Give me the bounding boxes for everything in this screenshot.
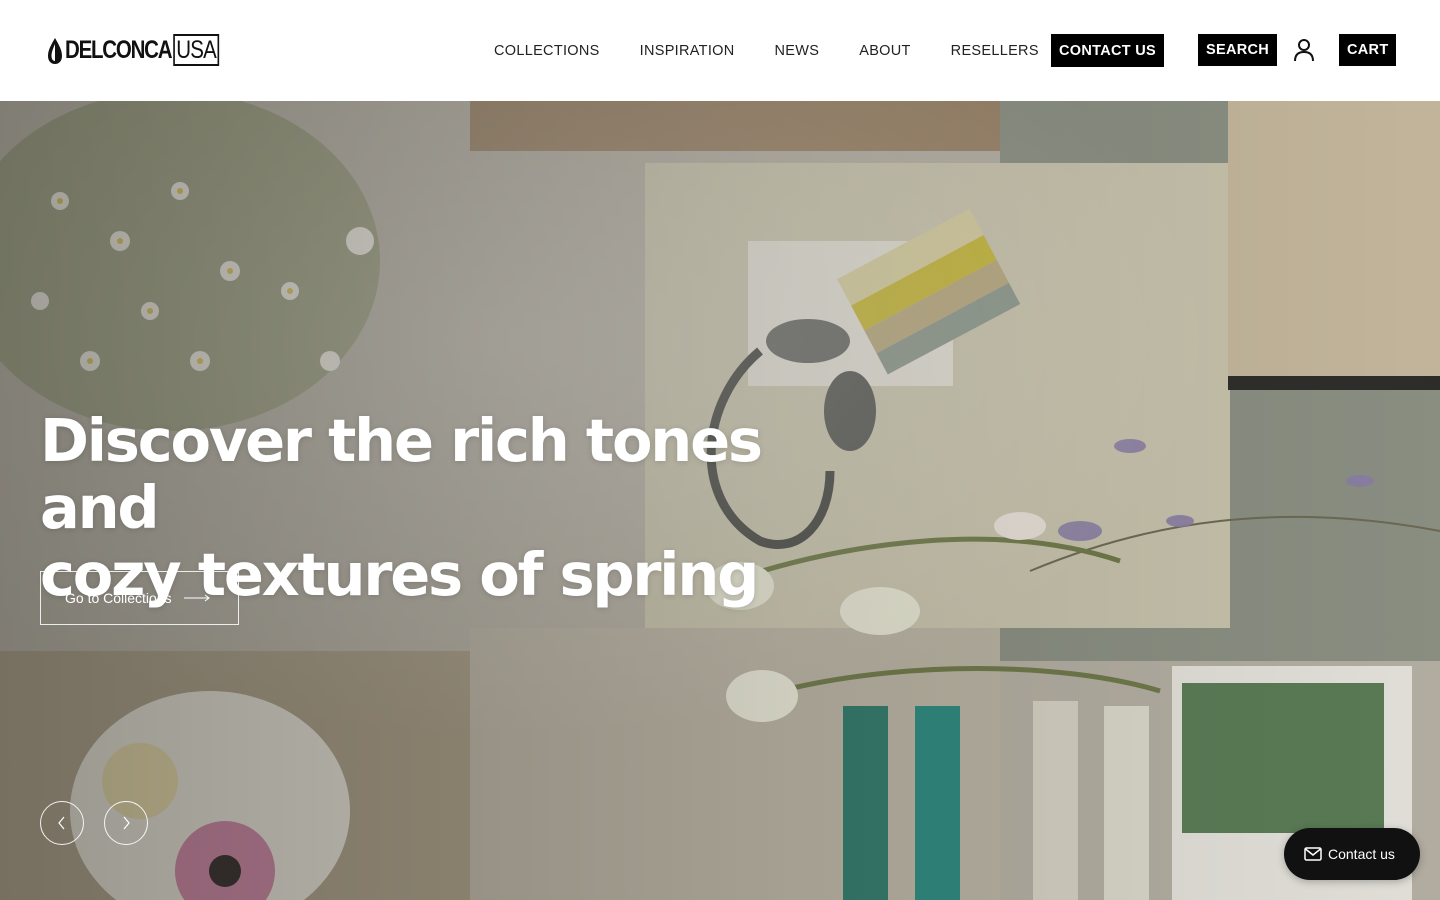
mail-icon bbox=[1304, 847, 1322, 861]
floating-contact-label: Contact us bbox=[1328, 846, 1395, 862]
go-to-collections-button[interactable]: Go to Collections bbox=[40, 571, 239, 625]
arrow-right-icon bbox=[183, 594, 210, 602]
contact-us-button[interactable]: CONTACT US bbox=[1051, 34, 1164, 67]
nav-collections[interactable]: COLLECTIONS bbox=[494, 43, 600, 59]
nav-about[interactable]: ABOUT bbox=[859, 43, 910, 59]
search-button[interactable]: SEARCH bbox=[1198, 34, 1278, 66]
next-slide-button[interactable] bbox=[104, 801, 148, 845]
nav-inspiration[interactable]: INSPIRATION bbox=[640, 43, 735, 59]
drop-logo-icon bbox=[48, 37, 62, 64]
chevron-left-icon bbox=[58, 816, 65, 830]
site-header: DELCONCA USA COLLECTIONS INSPIRATION NEWS… bbox=[0, 0, 1440, 101]
floating-contact-button[interactable]: Contact us bbox=[1284, 828, 1420, 880]
previous-slide-button[interactable] bbox=[40, 801, 84, 845]
cart-button[interactable]: CART bbox=[1339, 34, 1397, 66]
logo-text: DELCONCA USA bbox=[65, 34, 220, 66]
headline-line-1: Discover the rich tones and bbox=[40, 406, 763, 542]
chevron-right-icon bbox=[123, 816, 130, 830]
brand-logo[interactable]: DELCONCA USA bbox=[48, 34, 253, 66]
main-nav: COLLECTIONS INSPIRATION NEWS ABOUT RESEL… bbox=[494, 34, 1079, 67]
user-icon[interactable] bbox=[1293, 38, 1315, 62]
hero-banner: Discover the rich tones and cozy texture… bbox=[0, 101, 1440, 900]
cta-label: Go to Collections bbox=[65, 590, 172, 606]
logo-suffix: USA bbox=[172, 34, 220, 66]
nav-news[interactable]: NEWS bbox=[775, 43, 820, 59]
logo-wordmark: DELCONCA bbox=[65, 36, 173, 64]
nav-resellers[interactable]: RESELLERS bbox=[951, 43, 1039, 59]
